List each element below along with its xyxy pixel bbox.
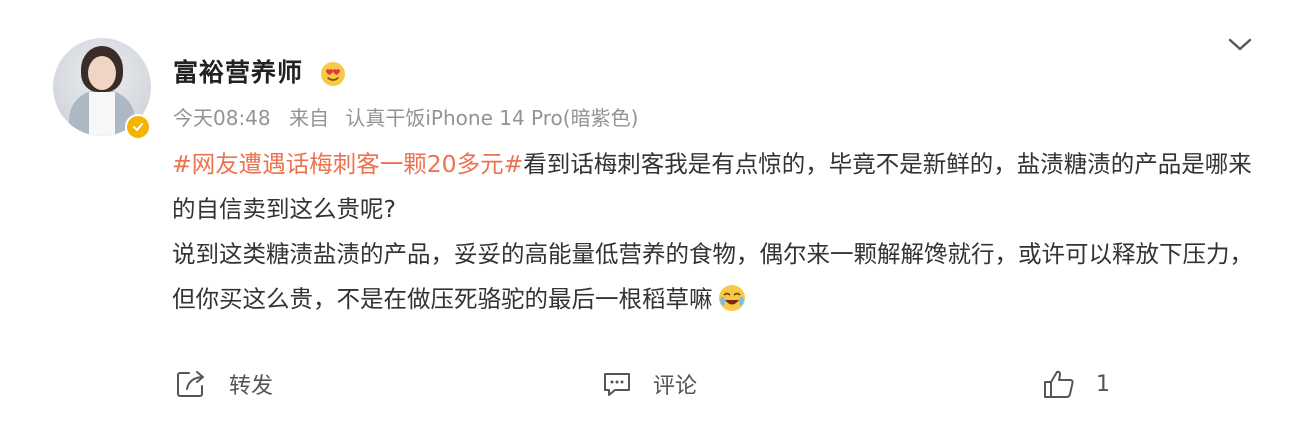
- username[interactable]: 富裕营养师: [173, 56, 303, 90]
- heart-eyes-badge-icon: [321, 62, 345, 86]
- thumbs-up-icon: [1044, 370, 1074, 398]
- comment-label: 评论: [653, 374, 698, 399]
- post-content: #网友遭遇话梅刺客一颗20多元#看到话梅刺客我是有点惊的，毕竟不是新鲜的，盐渍糖…: [172, 142, 1262, 322]
- avatar-face: [88, 56, 116, 90]
- crying-laughing-emoji: [718, 284, 745, 311]
- comment-button[interactable]: 评论: [601, 364, 697, 404]
- post-paragraph-1: #网友遭遇话梅刺客一颗20多元#看到话梅刺客我是有点惊的，毕竟不是新鲜的，盐渍糖…: [172, 142, 1262, 232]
- repost-button[interactable]: 转发: [175, 364, 273, 404]
- post-paragraph-2: 说到这类糖渍盐渍的产品，妥妥的高能量低营养的食物，偶尔来一颗解解馋就行，或许可以…: [172, 232, 1262, 322]
- like-count: 1: [1096, 371, 1110, 397]
- post-meta: 今天08:48 来自 认真干饭iPhone 14 Pro(暗紫色): [173, 104, 638, 132]
- post-time[interactable]: 今天08:48: [173, 106, 271, 130]
- post-source: 认真干饭iPhone 14 Pro(暗紫色): [345, 106, 639, 130]
- hashtag-link[interactable]: #网友遭遇话梅刺客一颗20多元#: [172, 150, 523, 178]
- chevron-down-icon[interactable]: [1225, 34, 1255, 54]
- repost-icon: [177, 371, 204, 397]
- comment-icon: [604, 373, 630, 396]
- verified-badge-icon: [125, 114, 151, 140]
- avatar-shirt: [89, 92, 115, 136]
- repost-label: 转发: [229, 374, 274, 399]
- like-button[interactable]: 1: [1042, 364, 1110, 404]
- source-prefix: 来自: [289, 106, 329, 130]
- post-text-2: 说到这类糖渍盐渍的产品，妥妥的高能量低营养的食物，偶尔来一颗解解馋就行，或许可以…: [172, 240, 1253, 313]
- weibo-post-card: 富裕营养师 今天08:48 来自 认真干饭iPhone 14 Pro(暗紫色) …: [0, 0, 1302, 440]
